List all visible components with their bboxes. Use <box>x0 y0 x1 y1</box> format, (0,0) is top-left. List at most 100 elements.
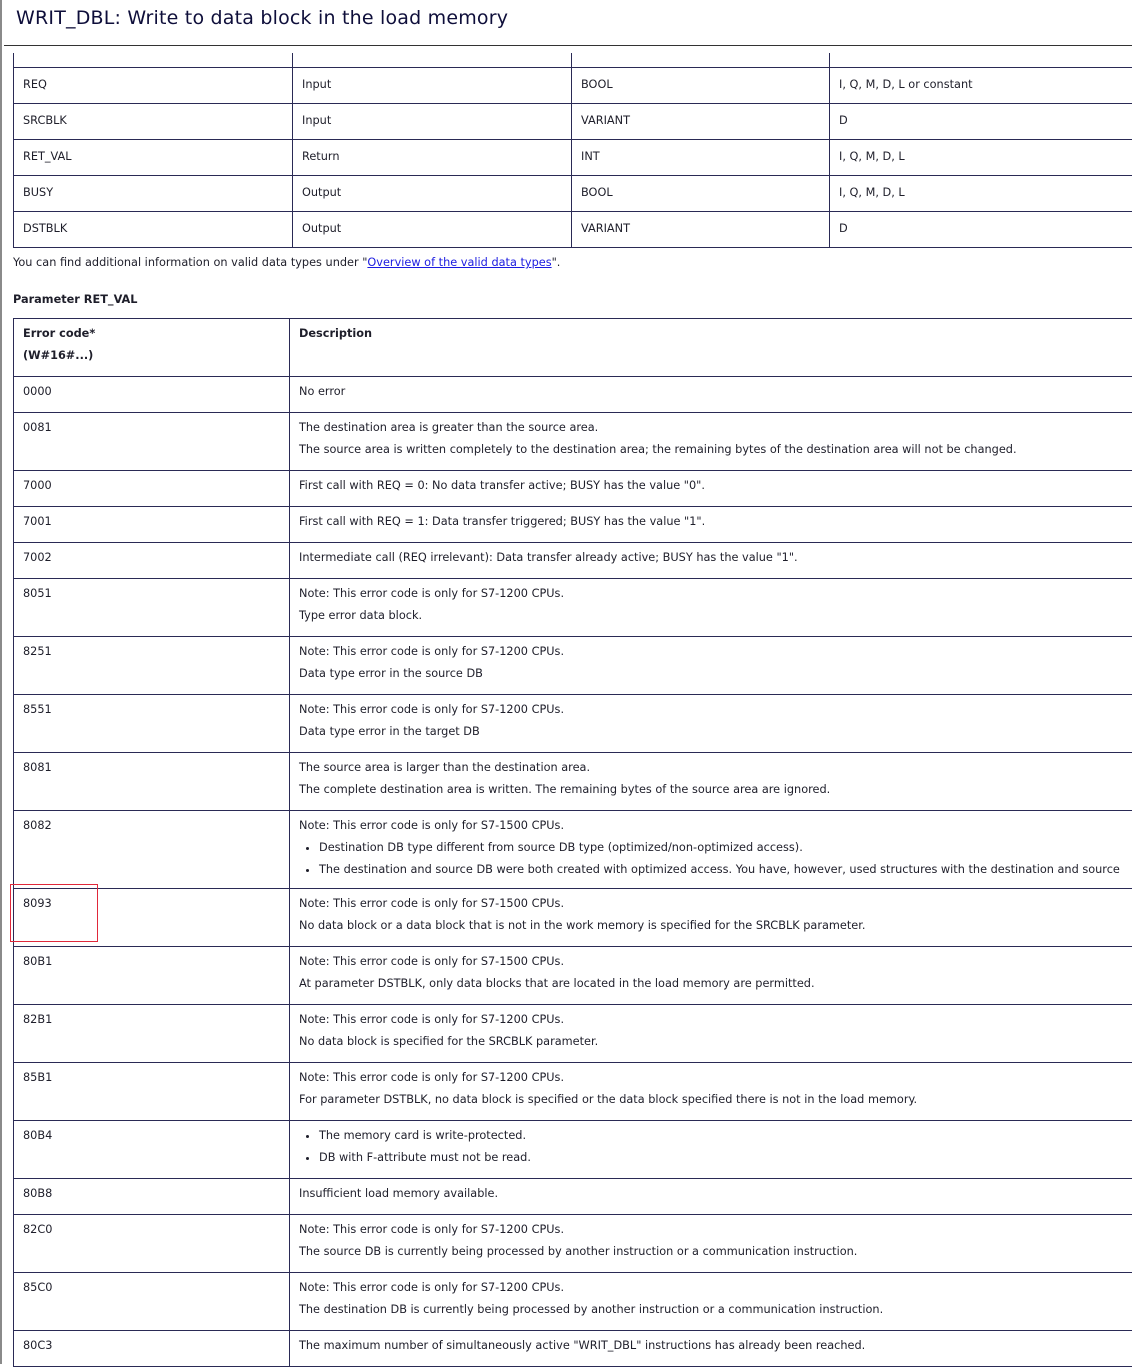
table-row: 8082 Note: This error code is only for S7… <box>14 811 1132 889</box>
memory-area: I, Q, M, D, L or constant <box>830 67 1132 103</box>
error-code-header: Error code*(W#16#...) <box>14 319 290 377</box>
error-code: 85B1 <box>14 1063 290 1121</box>
description-line: The maximum number of simultaneously act… <box>299 1335 1132 1357</box>
description-line: No data block or a data block that is no… <box>299 915 1132 937</box>
description-line: The complete destination area is written… <box>299 779 1132 801</box>
memory-area: D <box>830 103 1132 139</box>
bullet-item: The destination and source DB were both … <box>319 859 1132 881</box>
error-code: 0000 <box>14 377 290 413</box>
description-line: Note: This error code is only for S7-150… <box>299 815 1132 837</box>
memory-area: D <box>830 211 1132 247</box>
table-row: 7000 First call with REQ = 0: No data tra… <box>14 471 1132 507</box>
parameter-name: DSTBLK <box>14 211 293 247</box>
description-line: Data type error in the target DB <box>299 721 1132 743</box>
table-row: 82C0 Note: This error code is only for S7… <box>14 1215 1132 1273</box>
table-row: 80B4The memory card is write-protected.D… <box>14 1121 1132 1179</box>
description-line: Note: This error code is only for S7-120… <box>299 583 1132 605</box>
table-row: 8551Note: This error code is only for S7… <box>14 695 1132 753</box>
description-line: First call with REQ = 1: Data transfer t… <box>299 511 1132 533</box>
data-type: BOOL <box>572 175 830 211</box>
error-description: The destination area is greater than the… <box>290 413 1132 471</box>
error-code: 80C3 <box>14 1331 290 1367</box>
description-line: Note: This error code is only for S7-120… <box>299 1219 1132 1241</box>
memory-area: I, Q, M, D, L <box>830 175 1132 211</box>
data-type: INT <box>572 139 830 175</box>
description-line: Data type error in the source DB <box>299 663 1132 685</box>
table-row: 7002Intermediate call (REQ irrelevant): … <box>14 543 1132 579</box>
description-line: For parameter DSTBLK, no data block is s… <box>299 1089 1132 1111</box>
error-description: The maximum number of simultaneously act… <box>290 1331 1132 1367</box>
data-types-note: You can find additional information on v… <box>13 256 560 269</box>
table-row: 8051 Note: This error code is only for S7… <box>14 579 1132 637</box>
table-row: 85C0Note: This error code is only for S7… <box>14 1273 1132 1331</box>
table-row: DSTBLKOutputVARIANTD <box>14 211 1132 247</box>
data-type: BOOL <box>572 67 830 103</box>
error-code: 80B8 <box>14 1179 290 1215</box>
page-title: WRIT_DBL: Write to data block in the loa… <box>16 7 508 29</box>
table-row: 0081 The destination area is greater than… <box>14 413 1132 471</box>
error-code: 7002 <box>14 543 290 579</box>
error-description: Note: This error code is only for S7-120… <box>290 637 1132 695</box>
error-code: 8081 <box>14 753 290 811</box>
error-description: First call with REQ = 1: Data transfer t… <box>290 507 1132 543</box>
error-code: 8251 <box>14 637 290 695</box>
table-row: 8093Note: This error code is only for S7… <box>14 889 1132 947</box>
error-code: 7001 <box>14 507 290 543</box>
error-description: Note: This error code is only for S7-120… <box>290 1215 1132 1273</box>
declaration: Output <box>293 211 572 247</box>
error-code: 80B4 <box>14 1121 290 1179</box>
table-row: 82B1Note: This error code is only for S7… <box>14 1005 1132 1063</box>
highlight-box <box>10 884 98 942</box>
error-description: Note: This error code is only for S7-150… <box>290 811 1132 889</box>
description-line: First call with REQ = 0: No data transfe… <box>299 475 1132 497</box>
description-line: At parameter DSTBLK, only data blocks th… <box>299 973 1132 995</box>
description-header: Description <box>290 319 1132 377</box>
memory-area: I, Q, M, D, L <box>830 139 1132 175</box>
declaration: Return <box>293 139 572 175</box>
header-row: Error code*(W#16#...) Description <box>14 319 1132 377</box>
help-page: WRIT_DBL: Write to data block in the loa… <box>0 0 1132 1364</box>
table-row: 8251 Note: This error code is only for S7… <box>14 637 1132 695</box>
table-row: BUSYOutputBOOLI, Q, M, D, L <box>14 175 1132 211</box>
table-row: REQInputBOOLI, Q, M, D, L or constant <box>14 67 1132 103</box>
header-cell <box>572 53 830 67</box>
bullet-item: DB with F-attribute must not be read. <box>319 1147 1132 1169</box>
description-line: The source DB is currently being process… <box>299 1241 1132 1263</box>
parameter-name: SRCBLK <box>14 103 293 139</box>
header-cell <box>293 53 572 67</box>
description-line: The destination area is greater than the… <box>299 417 1132 439</box>
description-line: Insufficient load memory available. <box>299 1183 1132 1205</box>
error-description: Note: This error code is only for S7-120… <box>290 1063 1132 1121</box>
error-code: 80B1 <box>14 947 290 1005</box>
error-code: 85C0 <box>14 1273 290 1331</box>
description-line: The source area is written completely to… <box>299 439 1132 461</box>
parameter-name: RET_VAL <box>14 139 293 175</box>
error-description: Note: This error code is only for S7-120… <box>290 1273 1132 1331</box>
valid-data-types-link[interactable]: Overview of the valid data types <box>367 256 551 269</box>
error-description: The memory card is write-protected.DB wi… <box>290 1121 1132 1179</box>
error-description: Note: This error code is only for S7-150… <box>290 889 1132 947</box>
table-row: 80C3 The maximum number of simultaneously… <box>14 1331 1132 1367</box>
error-code: 82C0 <box>14 1215 290 1273</box>
bullet-list: The memory card is write-protected.DB wi… <box>299 1125 1132 1169</box>
parameters-table: REQInputBOOLI, Q, M, D, L or constantSRC… <box>13 53 1132 248</box>
declaration: Input <box>293 103 572 139</box>
error-description: The source area is larger than the desti… <box>290 753 1132 811</box>
error-code: 8082 <box>14 811 290 889</box>
description-line: Note: This error code is only for S7-120… <box>299 641 1132 663</box>
description-line: No data block is specified for the SRCBL… <box>299 1031 1132 1053</box>
table-row: 0000 No error <box>14 377 1132 413</box>
error-codes-table: Error code*(W#16#...) Description 0000 No… <box>13 318 1132 1367</box>
error-code: 8551 <box>14 695 290 753</box>
error-code: 8051 <box>14 579 290 637</box>
note-suffix: ". <box>552 256 561 269</box>
error-code: 7000 <box>14 471 290 507</box>
table-row: 7001 First call with REQ = 1: Data transf… <box>14 507 1132 543</box>
description-line: No error <box>299 381 1132 403</box>
description-line: Note: This error code is only for S7-120… <box>299 1067 1132 1089</box>
title-bar: WRIT_DBL: Write to data block in the loa… <box>4 0 1132 46</box>
description-line: Type error data block. <box>299 605 1132 627</box>
header-cell <box>14 53 293 67</box>
declaration: Output <box>293 175 572 211</box>
error-code: 0081 <box>14 413 290 471</box>
